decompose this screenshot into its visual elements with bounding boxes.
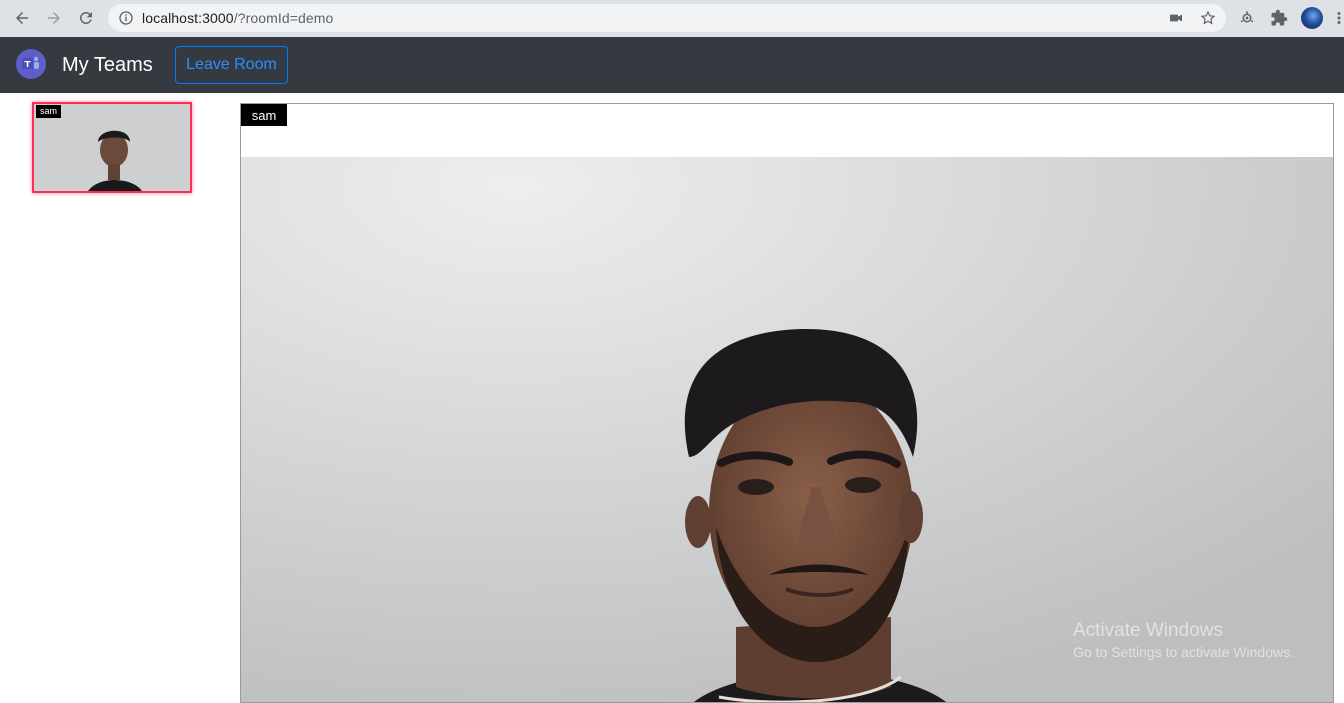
address-bar[interactable]: localhost:3000/?roomId=demo bbox=[108, 4, 1226, 32]
browser-toolbar: localhost:3000/?roomId=demo bbox=[0, 0, 1344, 37]
url-text: localhost:3000/?roomId=demo bbox=[142, 10, 334, 26]
star-icon[interactable] bbox=[1200, 10, 1216, 26]
windows-activation-watermark: Activate Windows Go to Settings to activ… bbox=[1073, 620, 1294, 660]
profile-avatar[interactable] bbox=[1301, 7, 1323, 29]
back-arrow-icon[interactable] bbox=[10, 6, 34, 30]
leave-room-button[interactable]: Leave Room bbox=[175, 46, 288, 84]
forward-arrow-icon[interactable] bbox=[42, 6, 66, 30]
extension-lens-icon[interactable] bbox=[1238, 9, 1256, 27]
main-video-stream: Activate Windows Go to Settings to activ… bbox=[241, 157, 1333, 702]
reload-icon[interactable] bbox=[74, 6, 98, 30]
app-brand[interactable]: My Teams bbox=[62, 54, 153, 77]
teams-logo-icon bbox=[16, 49, 46, 79]
camera-icon[interactable] bbox=[1168, 10, 1184, 26]
app-navbar: My Teams Leave Room bbox=[0, 37, 1344, 93]
participant-thumbnail[interactable]: sam bbox=[32, 102, 192, 193]
info-icon[interactable] bbox=[118, 10, 134, 26]
puzzle-icon[interactable] bbox=[1270, 9, 1288, 27]
main-participant-name-label: sam bbox=[241, 104, 287, 126]
main-video-tile[interactable]: sam Activate Windows Go to Settings to a… bbox=[240, 103, 1334, 703]
more-icon[interactable] bbox=[1334, 9, 1344, 27]
participant-name-label: sam bbox=[36, 105, 62, 118]
